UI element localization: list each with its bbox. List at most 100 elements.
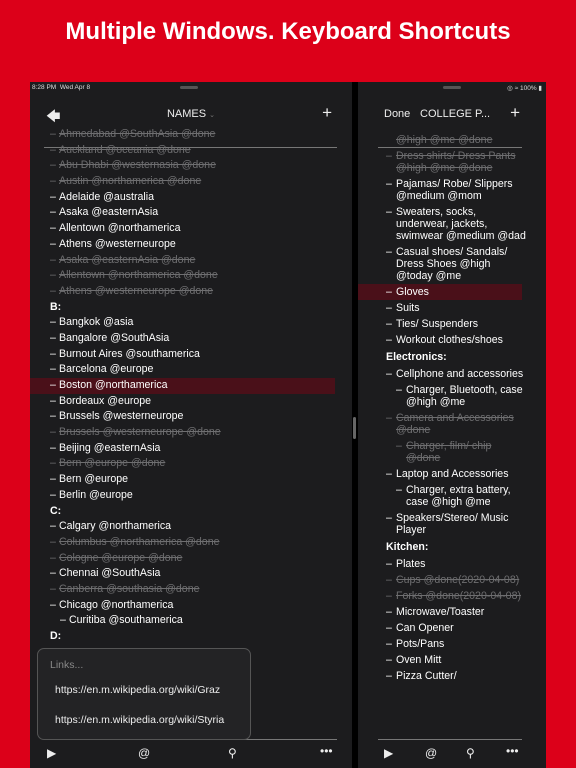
list-item[interactable]: – Asaka @easternAsia @done [30, 253, 335, 269]
list-item[interactable]: – Asaka @easternAsia [30, 205, 335, 221]
at-button[interactable]: @ [138, 746, 150, 760]
list-item[interactable]: – Speakers/Stereo/ Music Player [358, 510, 546, 538]
list-item[interactable]: – Charger, extra battery, case @high @me [358, 482, 546, 510]
list-item[interactable]: – Cups @done(2020-04-08) [358, 572, 546, 588]
list-item[interactable]: – Brussels @westerneurope @done [30, 425, 335, 441]
list-item[interactable]: – Workout clothes/shoes [358, 332, 546, 348]
bullet-dash: – [50, 190, 56, 203]
links-placeholder[interactable]: Links... [50, 659, 83, 671]
more-button[interactable]: ••• [506, 744, 519, 758]
list-item[interactable]: – Ties/ Suspenders [358, 316, 546, 332]
list-item[interactable]: – Allentown @northamerica [30, 221, 335, 237]
item-text: Asaka @easternAsia [59, 206, 159, 219]
list-item[interactable]: – Charger, film/ chip @done [358, 438, 546, 466]
list-item[interactable]: – Allentown @northamerica @done [30, 268, 335, 284]
list-item[interactable]: – Dress shirts/ Dress Pants @high @me @do… [358, 148, 546, 176]
list-item[interactable]: – Auckland @oceania @done [30, 143, 335, 159]
list-item[interactable]: – Burnout Aires @southamerica [30, 347, 335, 363]
list-item[interactable]: Electronics: [358, 348, 546, 366]
list-item[interactable]: – Bangkok @asia [30, 315, 335, 331]
link-item[interactable]: https://en.m.wikipedia.org/wiki/Styria [55, 714, 224, 726]
more-button[interactable]: ••• [320, 744, 333, 758]
document-title[interactable]: COLLEGE P... [420, 108, 490, 120]
list-item[interactable]: – Pots/Pans [358, 636, 546, 652]
list-item[interactable]: – Can Opener [358, 620, 546, 636]
search-icon[interactable]: ⚲ [466, 746, 475, 760]
list-item[interactable]: – Pajamas/ Robe/ Slippers @medium @mom [358, 176, 546, 204]
bullet-dash: – [50, 128, 56, 140]
bullet-dash: – [50, 551, 56, 564]
list-item[interactable]: – Plates [358, 556, 546, 572]
bullet-dash: – [50, 206, 56, 219]
bullet-dash: – [396, 440, 402, 452]
bullet-dash: – [386, 574, 392, 586]
play-circle-icon[interactable]: ▶︎ [384, 746, 393, 760]
item-text: Allentown @northamerica @done [59, 269, 218, 282]
list-item[interactable]: – Microwave/Toaster [358, 604, 546, 620]
list-item[interactable]: – Laptop and Accessories [358, 466, 546, 482]
list-item[interactable]: – Pizza Cutter/ [358, 668, 546, 684]
list-item[interactable]: – Casual shoes/ Sandals/ Dress Shoes @hig… [358, 244, 546, 284]
list-item[interactable]: – Chennai @SouthAsia [30, 566, 335, 582]
list-item[interactable]: – Chicago @northamerica [30, 598, 335, 614]
bullet-dash: – [386, 468, 392, 480]
document-title[interactable]: NAMES ⌄ [30, 108, 352, 120]
list-item[interactable]: – Beijing @easternAsia [30, 441, 335, 457]
list-item[interactable]: – Oven Mitt [358, 652, 546, 668]
window-grabber[interactable] [443, 86, 461, 89]
list-item[interactable]: Kitchen: [358, 538, 546, 556]
item-text: Austin @northamerica @done [59, 175, 202, 188]
list-item[interactable]: – Cellphone and accessories [358, 366, 546, 382]
list-item[interactable]: – Curitiba @southamerica [30, 613, 335, 629]
item-text: Bern @europe [59, 473, 129, 486]
list-item[interactable]: – Calgary @northamerica [30, 519, 335, 535]
link-item[interactable]: https://en.m.wikipedia.org/wiki/Graz [55, 684, 220, 696]
list-item[interactable]: @high @me @done [358, 134, 546, 148]
list-item[interactable]: – Gloves [358, 284, 522, 300]
list-item[interactable]: – Adelaide @australia [30, 190, 335, 206]
play-circle-icon[interactable]: ▶︎ [47, 746, 56, 760]
done-button[interactable]: Done [384, 108, 410, 120]
list-item[interactable]: – Berlin @europe [30, 488, 335, 504]
list-item[interactable]: – Bern @europe @done [30, 456, 335, 472]
list-item[interactable]: – Sweaters, socks, underwear, jackets, sw… [358, 204, 546, 244]
item-text: Microwave/Toaster [396, 606, 485, 618]
list-item[interactable]: – Cologne @europe @done [30, 551, 335, 567]
item-text: Calgary @northamerica [59, 520, 172, 533]
list-item[interactable]: – Suits [358, 300, 546, 316]
bullet-dash: – [50, 269, 56, 282]
list-item[interactable]: – Austin @northamerica @done [30, 174, 335, 190]
list-item[interactable]: – Bangalore @SouthAsia [30, 331, 335, 347]
bullet-dash: – [50, 159, 56, 172]
list-item[interactable]: – Abu Dhabi @westernasia @done [30, 158, 335, 174]
bullet-dash: – [50, 331, 56, 344]
list-item[interactable]: – Athens @westerneurope [30, 237, 335, 253]
list-item[interactable]: – Bern @europe [30, 472, 335, 488]
search-icon[interactable]: ⚲ [228, 746, 237, 760]
bullet-dash: – [386, 178, 392, 190]
toolbar-divider [378, 739, 522, 740]
split-handle[interactable] [353, 417, 356, 439]
list-item[interactable]: B: [30, 300, 335, 316]
add-button[interactable]: + [510, 103, 520, 123]
item-text: Charger, Bluetooth, case @high @me [406, 384, 523, 408]
list-item[interactable]: D: [30, 629, 335, 645]
list-item[interactable]: – Athens @westerneurope @done [30, 284, 335, 300]
bullet-dash: – [386, 654, 392, 666]
list-item[interactable]: – Camera and Accessories @done [358, 410, 546, 438]
list-item[interactable]: – Barcelona @europe [30, 362, 335, 378]
add-button[interactable]: + [322, 103, 332, 123]
list-item[interactable]: – Bordeaux @europe [30, 394, 335, 410]
list-item[interactable]: – Columbus @northamerica @done [30, 535, 335, 551]
list-item[interactable]: – Brussels @westerneurope [30, 409, 335, 425]
list-item[interactable]: C: [30, 504, 335, 520]
window-grabber[interactable] [180, 86, 198, 89]
list-item[interactable]: – Boston @northamerica [30, 378, 335, 394]
list-item[interactable]: – Ahmedabad @SouthAsia @done [30, 127, 335, 143]
item-text: Adelaide @australia [59, 190, 154, 203]
list-item[interactable]: – Forks @done(2020-04-08) [358, 588, 546, 604]
list-item[interactable]: – Charger, Bluetooth, case @high @me [358, 382, 546, 410]
at-button[interactable]: @ [425, 746, 437, 760]
list-item[interactable]: – Canberra @southasia @done [30, 582, 335, 598]
item-text: Asaka @easternAsia @done [59, 253, 196, 266]
